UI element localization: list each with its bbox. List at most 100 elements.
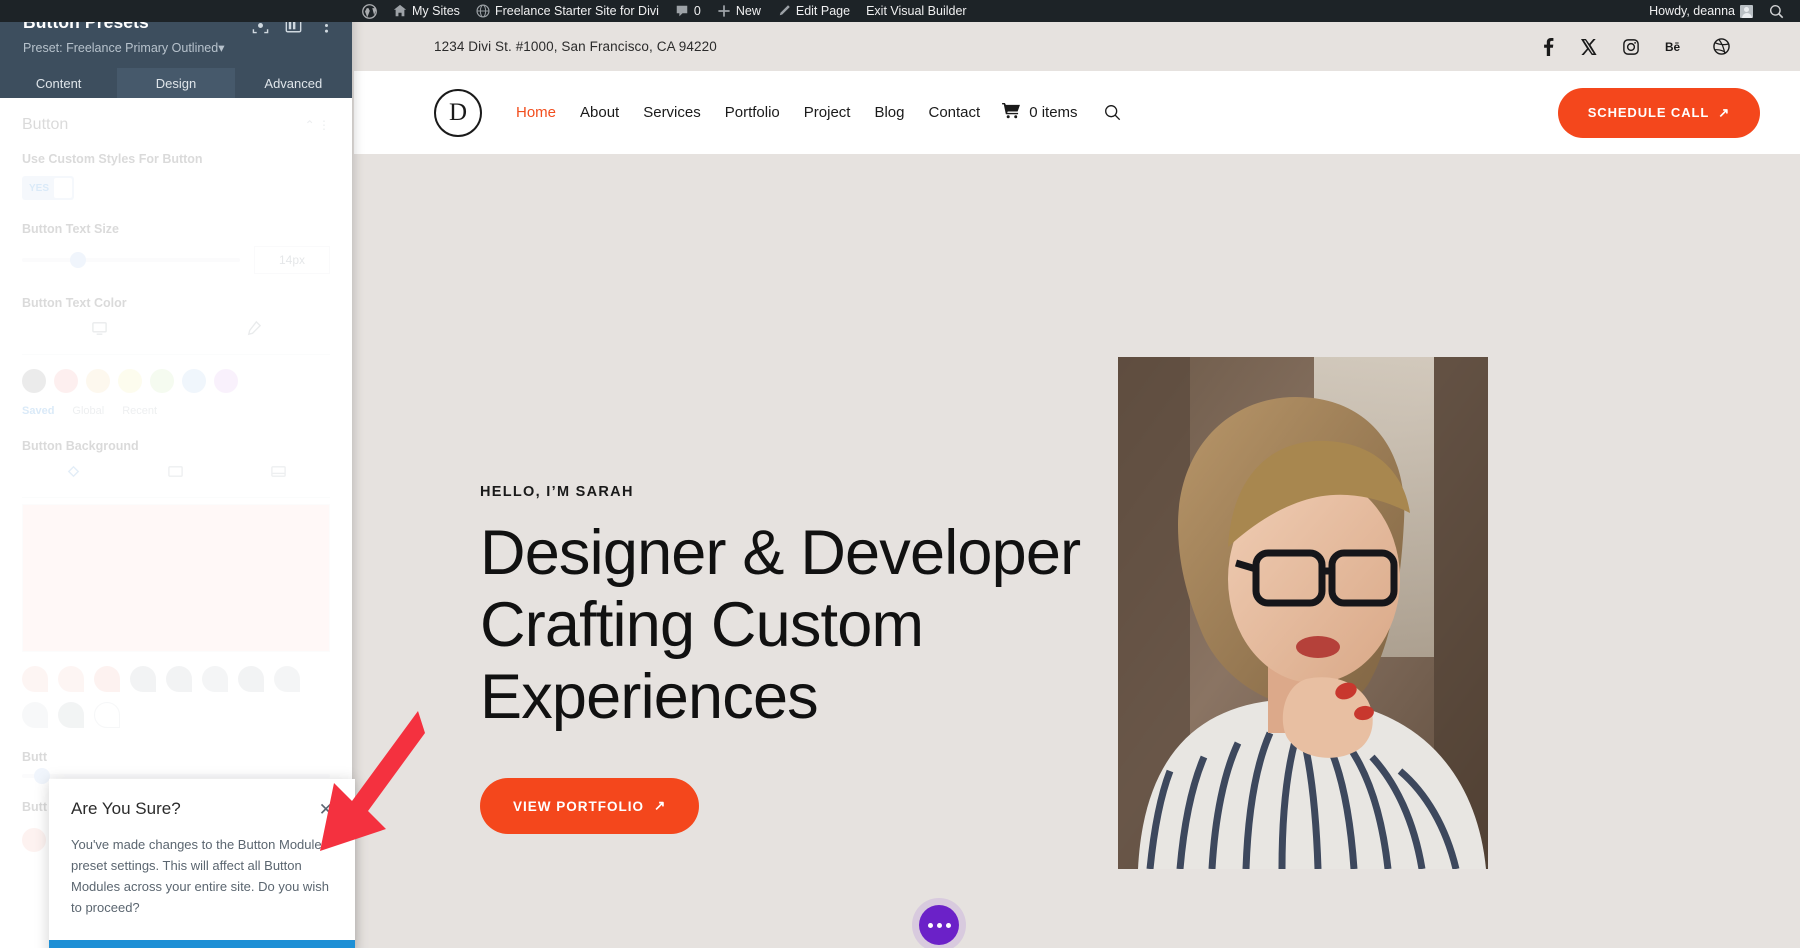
cart-link[interactable]: 0 items (1002, 103, 1077, 123)
adminbar-exit-visual-builder[interactable]: Exit Visual Builder (858, 0, 975, 22)
color-swatch[interactable] (94, 666, 120, 692)
schedule-call-button[interactable]: SCHEDULE CALL ↗ (1558, 88, 1760, 138)
confirm-yes-button[interactable]: Yes (49, 940, 355, 948)
color-swatch[interactable] (22, 828, 46, 852)
field-label: Use Custom Styles For Button (22, 152, 330, 166)
color-swatch[interactable] (22, 369, 46, 393)
nav-item-about[interactable]: About (580, 104, 619, 121)
confirm-modal: Are You Sure? ✕ You've made changes to t… (49, 779, 355, 948)
section-title-button[interactable]: Button ⌃ ⋮ (22, 116, 330, 134)
social-links[interactable]: Bē (1542, 38, 1730, 56)
background-swatch-grid[interactable] (22, 666, 330, 728)
gradient-icon[interactable] (167, 463, 184, 485)
text-size-slider[interactable] (22, 258, 240, 262)
dribbble-icon[interactable] (1713, 38, 1730, 55)
nav-item-portfolio[interactable]: Portfolio (725, 104, 780, 121)
use-custom-styles-toggle[interactable]: YES (22, 176, 74, 200)
view-portfolio-label: VIEW PORTFOLIO (513, 799, 644, 814)
adminbar-account[interactable]: Howdy, deanna (1641, 0, 1761, 22)
text-size-value[interactable]: 14px (254, 246, 330, 274)
slider-handle[interactable] (34, 768, 50, 784)
instagram-icon[interactable] (1623, 39, 1639, 55)
tab-advanced[interactable]: Advanced (235, 68, 352, 98)
nav-item-contact[interactable]: Contact (929, 104, 981, 121)
adminbar-my-sites[interactable]: My Sites (385, 0, 468, 22)
adminbar-comments[interactable]: 0 (667, 0, 709, 22)
color-swatch[interactable] (118, 369, 142, 393)
adminbar-wordpress-logo[interactable] (354, 0, 385, 22)
adminbar-search[interactable] (1761, 0, 1792, 22)
color-swatches[interactable] (22, 369, 330, 393)
site-icon (476, 4, 490, 18)
behance-icon: Bē (1665, 39, 1687, 55)
color-swatch[interactable] (274, 666, 300, 692)
facebook-icon[interactable] (1542, 38, 1555, 56)
color-swatch[interactable] (202, 666, 228, 692)
arrow-up-right-icon: ↗ (1718, 105, 1730, 121)
close-icon[interactable]: ✕ (319, 801, 333, 818)
nav-item-services[interactable]: Services (643, 104, 701, 121)
color-swatch[interactable] (182, 369, 206, 393)
color-swatch[interactable] (150, 369, 174, 393)
field-partial-1: Butt (22, 750, 330, 778)
color-swatch[interactable] (166, 666, 192, 692)
search-icon (1769, 4, 1784, 19)
adminbar-edit-page[interactable]: Edit Page (769, 0, 858, 22)
swatch-tab-saved[interactable]: Saved (22, 405, 54, 417)
slider-handle[interactable] (70, 252, 86, 268)
color-picker-area[interactable] (22, 504, 330, 652)
primary-nav: Home About Services Portfolio Project Bl… (516, 104, 980, 121)
nav-item-project[interactable]: Project (804, 104, 851, 121)
color-swatch[interactable] (58, 702, 84, 728)
background-mode-tabs (22, 463, 330, 498)
wordpress-admin-bar: My Sites Freelance Starter Site for Divi… (0, 0, 1800, 22)
swatch-tab-recent[interactable]: Recent (122, 405, 157, 417)
plus-icon (717, 4, 731, 18)
color-swatch[interactable] (86, 369, 110, 393)
color-swatch[interactable] (130, 666, 156, 692)
swatch-tab-global[interactable]: Global (72, 405, 104, 417)
field-button-text-color: Button Text Color (22, 296, 330, 417)
eyedropper-icon[interactable] (245, 320, 262, 342)
pencil-icon (777, 4, 791, 18)
schedule-call-label: SCHEDULE CALL (1588, 105, 1709, 120)
adminbar-site-name-label: Freelance Starter Site for Divi (495, 0, 659, 22)
panel-preset-label[interactable]: Preset: Freelance Primary Outlined▾ (23, 40, 336, 55)
field-button-text-size: Button Text Size 14px (22, 222, 330, 274)
add-swatch-button[interactable] (94, 702, 120, 728)
nav-item-blog[interactable]: Blog (874, 104, 904, 121)
color-swatch[interactable] (22, 702, 48, 728)
field-button-background: Button Background (22, 439, 330, 728)
field-label: Butt (22, 750, 330, 764)
swatch-eyedropper[interactable] (22, 666, 48, 692)
color-swatch[interactable] (54, 369, 78, 393)
adminbar-site-name[interactable]: Freelance Starter Site for Divi (468, 0, 667, 22)
section-title-label: Button (22, 116, 68, 134)
adminbar-howdy-label: Howdy, deanna (1649, 0, 1735, 22)
partial-slider-1[interactable] (22, 774, 330, 778)
color-swatch[interactable] (238, 666, 264, 692)
cart-count-label: 0 items (1029, 104, 1077, 121)
tab-content[interactable]: Content (0, 68, 117, 98)
color-swatch[interactable] (214, 369, 238, 393)
field-use-custom-styles: Use Custom Styles For Button YES (22, 152, 330, 200)
tab-design[interactable]: Design (117, 68, 234, 98)
view-portfolio-button[interactable]: VIEW PORTFOLIO ↗ (480, 778, 699, 834)
site-logo[interactable]: D (434, 89, 482, 137)
desktop-icon[interactable] (91, 320, 108, 342)
adminbar-my-sites-label: My Sites (412, 0, 460, 22)
hero-section: HELLO, I’M SARAH Designer & Developer Cr… (354, 154, 1800, 948)
chevron-up-icon[interactable]: ⌃ ⋮ (305, 118, 330, 132)
color-fill-icon[interactable] (65, 463, 82, 485)
color-swatch[interactable] (58, 666, 84, 692)
search-icon[interactable] (1104, 104, 1121, 121)
x-twitter-icon[interactable] (1581, 39, 1597, 55)
image-icon[interactable] (270, 463, 287, 485)
adminbar-new[interactable]: New (709, 0, 769, 22)
floating-action-button[interactable] (919, 905, 959, 945)
adminbar-exit-label: Exit Visual Builder (866, 0, 967, 22)
hero-copy: HELLO, I’M SARAH Designer & Developer Cr… (480, 484, 1140, 834)
adminbar-new-label: New (736, 0, 761, 22)
nav-item-home[interactable]: Home (516, 104, 556, 121)
field-label: Button Text Size (22, 222, 330, 236)
